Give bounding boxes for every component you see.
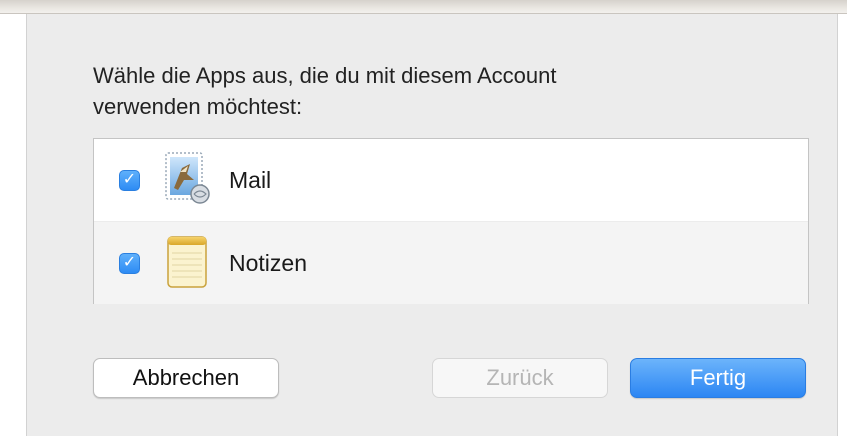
- notes-app-icon: [160, 233, 214, 293]
- prompt-line-2: verwenden möchtest:: [93, 94, 303, 119]
- mail-app-icon: [160, 150, 214, 210]
- checkmark-icon: ✓: [122, 254, 137, 271]
- account-apps-dialog: Wähle die Apps aus, die du mit diesem Ac…: [26, 14, 838, 436]
- checkmark-icon: ✓: [122, 171, 137, 188]
- app-list: ✓ Mail ✓ Notizen: [93, 138, 809, 304]
- back-button[interactable]: Zurück: [432, 358, 608, 398]
- notes-checkbox[interactable]: ✓: [119, 252, 140, 274]
- dialog-prompt: Wähle die Apps aus, die du mit diesem Ac…: [93, 60, 733, 122]
- app-row-mail[interactable]: ✓ Mail: [94, 139, 808, 221]
- cancel-button[interactable]: Abbrechen: [93, 358, 279, 398]
- mail-checkbox[interactable]: ✓: [119, 169, 140, 191]
- screen: Wähle die Apps aus, die du mit diesem Ac…: [0, 0, 847, 436]
- app-label-notes: Notizen: [229, 249, 307, 276]
- window-edge: [0, 0, 847, 14]
- app-row-notes[interactable]: ✓ Notizen: [94, 221, 808, 304]
- done-button[interactable]: Fertig: [630, 358, 806, 398]
- app-label-mail: Mail: [229, 166, 272, 193]
- prompt-line-1: Wähle die Apps aus, die du mit diesem Ac…: [93, 63, 557, 88]
